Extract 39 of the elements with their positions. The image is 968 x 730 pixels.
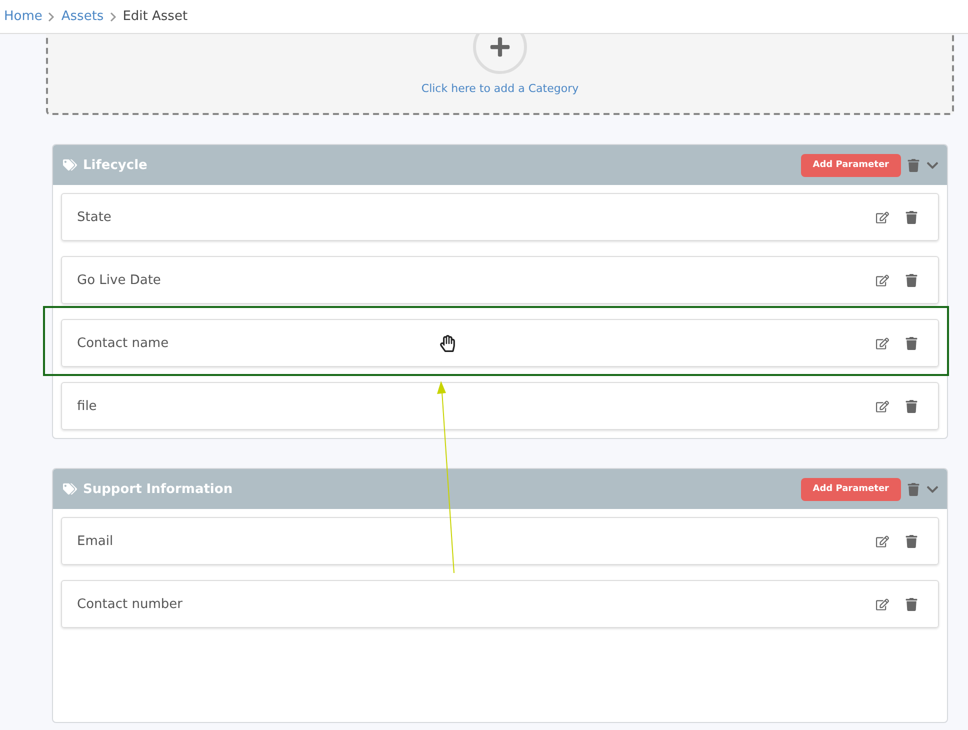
delete-icon[interactable]	[905, 210, 918, 224]
edit-icon[interactable]	[876, 400, 889, 412]
parameter-name: file	[77, 398, 97, 414]
tags-icon	[63, 158, 77, 172]
breadcrumb-link[interactable]: Home	[4, 9, 42, 24]
parameter-name: Contact name	[77, 336, 169, 350]
delete-icon[interactable]	[905, 598, 918, 610]
delete-icon[interactable]	[905, 400, 918, 412]
edit-icon[interactable]	[876, 598, 889, 610]
edit-icon[interactable]	[876, 336, 889, 350]
breadcrumb-current: Edit Asset	[122, 9, 188, 24]
delete-icon[interactable]	[907, 482, 920, 496]
delete-icon[interactable]	[905, 534, 918, 548]
add-category-link[interactable]: Click here to add a Category	[421, 82, 579, 95]
chevron-right-icon	[48, 12, 56, 22]
breadcrumb-link[interactable]: Assets	[61, 9, 104, 24]
add-category-button[interactable]	[473, 34, 527, 74]
delete-icon[interactable]	[905, 336, 918, 350]
parameter-row[interactable]: State	[61, 193, 939, 241]
chevron-right-icon	[110, 12, 117, 22]
parameter-name: Email	[77, 534, 114, 548]
parameter-row[interactable]: Go Live Date	[61, 256, 939, 304]
parameter-row[interactable]: Email	[61, 517, 939, 565]
delete-icon[interactable]	[907, 158, 920, 172]
edit-icon[interactable]	[876, 274, 889, 286]
tags-icon	[63, 482, 77, 496]
category-title: Lifecycle	[83, 158, 148, 172]
plus-icon	[489, 36, 511, 58]
edit-icon[interactable]	[876, 210, 889, 224]
parameter-row[interactable]: Contact name	[61, 319, 939, 367]
parameter-row[interactable]: file	[61, 382, 939, 430]
edit-icon[interactable]	[876, 534, 889, 548]
parameter-name: Contact number	[77, 596, 182, 612]
delete-icon[interactable]	[905, 274, 918, 286]
parameter-name: State	[77, 210, 112, 224]
parameter-name: Go Live Date	[77, 272, 161, 288]
hand-cursor-icon	[439, 335, 456, 352]
parameter-row[interactable]: Contact number	[61, 580, 939, 628]
category-title: Support Information	[83, 482, 234, 496]
